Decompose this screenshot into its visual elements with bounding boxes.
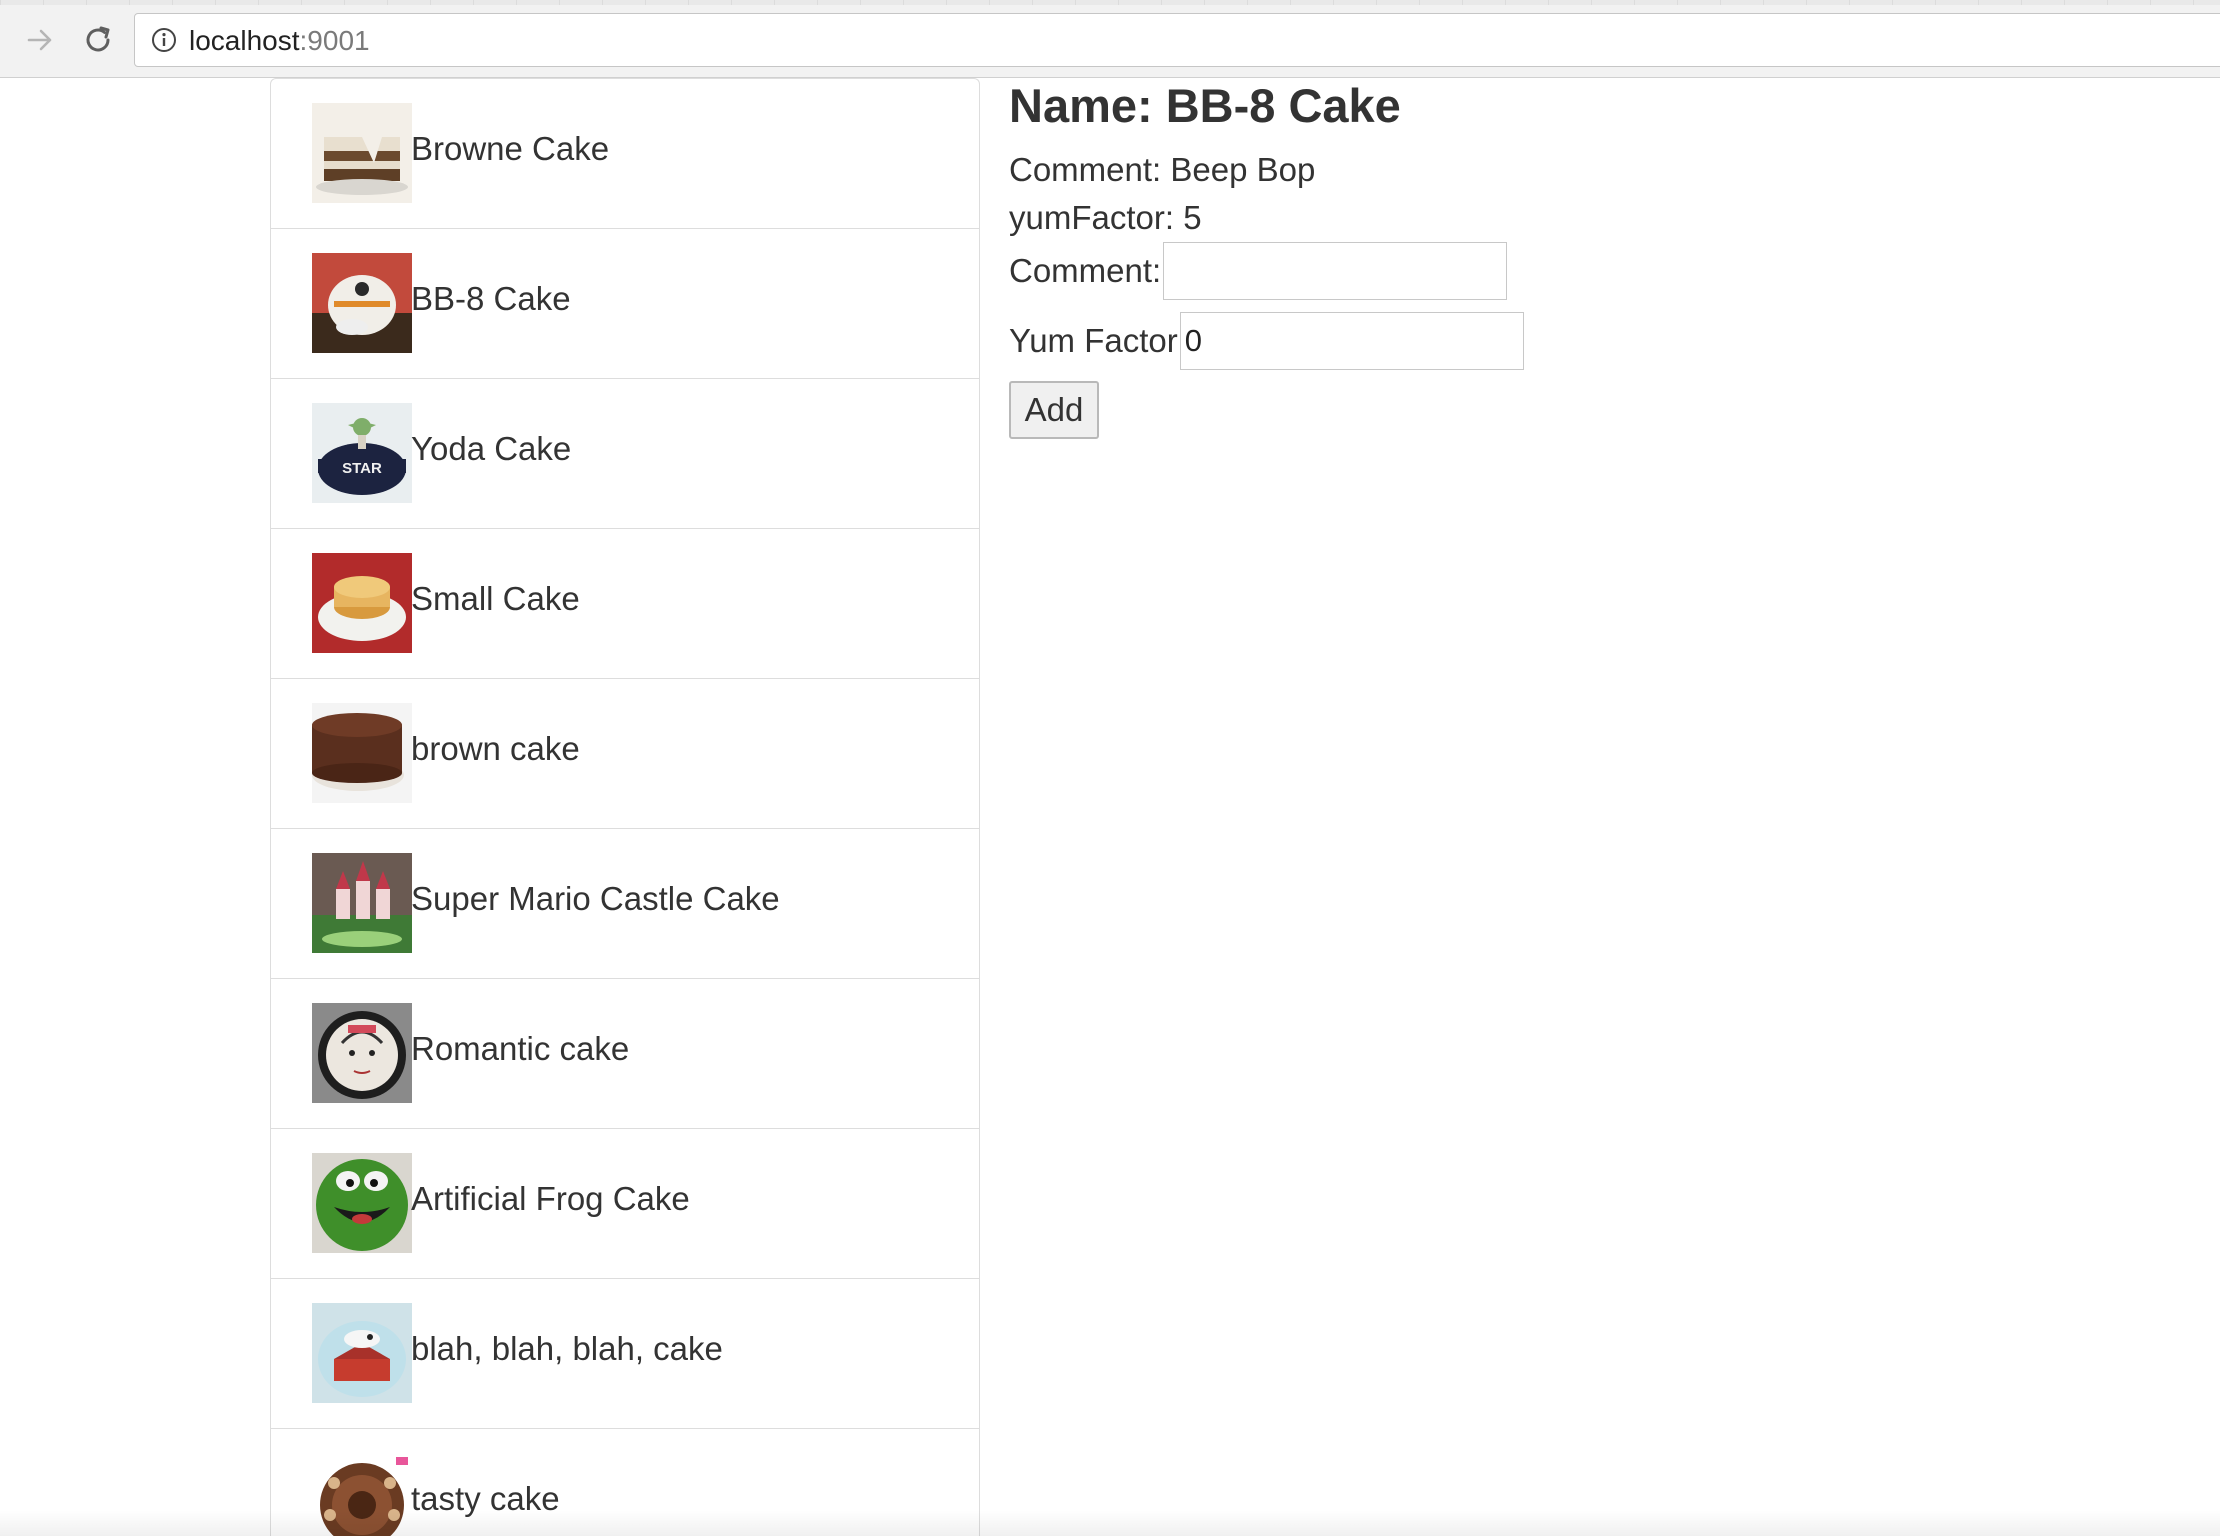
- add-button[interactable]: Add: [1009, 381, 1099, 439]
- cake-thumbnail: STAR: [312, 403, 412, 503]
- cake-thumbnail: [312, 853, 412, 953]
- tab-strip: [0, 0, 2220, 5]
- cake-photo-icon: [312, 553, 412, 653]
- svg-text:STAR: STAR: [342, 460, 382, 477]
- yum-factor-label: Yum Factor: [1009, 322, 1178, 359]
- cake-photo-icon: [312, 1003, 412, 1103]
- comment-input[interactable]: [1163, 242, 1508, 300]
- cake-name: brown cake: [411, 730, 580, 767]
- address-bar[interactable]: localhost:9001: [134, 13, 2220, 67]
- cake-title: Name: BB-8 Cake: [1009, 79, 1401, 132]
- list-item-brown-cake[interactable]: brown cake: [271, 679, 979, 829]
- list-item-yoda-cake[interactable]: STAR Yoda Cake: [271, 379, 979, 529]
- cake-name: Yoda Cake: [411, 430, 572, 467]
- cake-name: Browne Cake: [411, 130, 610, 167]
- cake-photo-icon: [312, 253, 412, 353]
- cake-thumbnail: [312, 1303, 412, 1403]
- cake-name: BB-8 Cake: [411, 280, 571, 317]
- cake-name: Artificial Frog Cake: [411, 1180, 690, 1217]
- list-item-browne-cake[interactable]: Browne Cake: [271, 79, 979, 229]
- list-item-super-mario-castle-cake[interactable]: Super Mario Castle Cake: [271, 829, 979, 979]
- cake-photo-icon: [312, 103, 412, 203]
- cake-thumbnail: [312, 1153, 412, 1253]
- cake-photo-icon: [312, 1153, 412, 1253]
- info-icon[interactable]: [151, 27, 177, 53]
- list-item-romantic-cake[interactable]: Romantic cake: [271, 979, 979, 1129]
- cake-thumbnail: [312, 1003, 412, 1103]
- cake-photo-icon: [312, 1303, 412, 1403]
- cake-photo-icon: [312, 703, 412, 803]
- cake-thumbnail: [312, 703, 412, 803]
- arrow-right-icon: [27, 29, 52, 51]
- yum-factor-form-row: Yum Factor: [1009, 312, 1524, 370]
- cake-thumbnail: [312, 253, 412, 353]
- cake-list: Browne Cake BB-8 Cake STAR Yoda Cake Sma…: [270, 78, 980, 1536]
- forward-button[interactable]: [18, 18, 62, 62]
- url-host: localhost: [189, 25, 300, 56]
- list-item-blah-cake[interactable]: blah, blah, blah, cake: [271, 1279, 979, 1429]
- browser-toolbar: localhost:9001: [0, 0, 2220, 78]
- cake-name: Small Cake: [411, 580, 580, 617]
- cake-yum-factor: yumFactor: 5: [1009, 199, 1202, 236]
- list-item-artificial-frog-cake[interactable]: Artificial Frog Cake: [271, 1129, 979, 1279]
- list-item-bb8-cake[interactable]: BB-8 Cake: [271, 229, 979, 379]
- list-item-small-cake[interactable]: Small Cake: [271, 529, 979, 679]
- cake-thumbnail: [312, 553, 412, 653]
- cake-photo-icon: STAR: [312, 403, 412, 503]
- comment-form-row: Comment:: [1009, 242, 1508, 300]
- url-port: :9001: [299, 25, 370, 56]
- url-text: localhost:9001: [189, 26, 370, 56]
- bottom-shadow: [0, 1510, 2220, 1536]
- cake-comment: Comment: Beep Bop: [1009, 151, 1316, 188]
- reload-button[interactable]: [76, 18, 120, 62]
- cake-name: blah, blah, blah, cake: [411, 1330, 723, 1367]
- yum-factor-input[interactable]: [1179, 312, 1524, 370]
- cake-thumbnail: [312, 103, 412, 203]
- comment-label: Comment:: [1009, 252, 1162, 289]
- reload-icon: [86, 26, 110, 52]
- cake-photo-icon: [312, 853, 412, 953]
- cake-name: Super Mario Castle Cake: [411, 880, 780, 917]
- cake-name: Romantic cake: [411, 1030, 630, 1067]
